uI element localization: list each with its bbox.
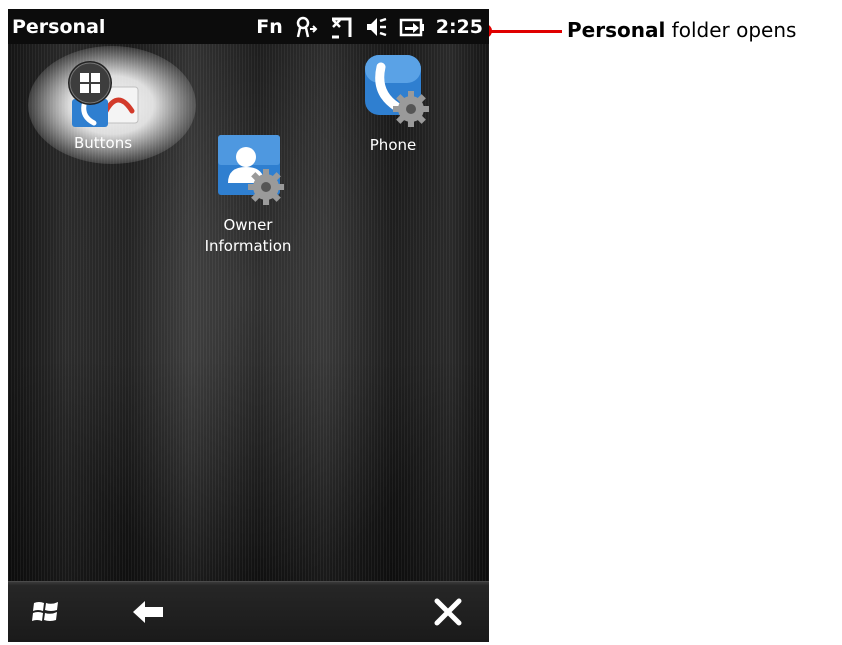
start-button[interactable] [26, 582, 66, 642]
clock-time[interactable]: 2:25 [436, 16, 483, 38]
page-title: Personal [12, 15, 106, 38]
fn-indicator: Fn [256, 15, 283, 38]
speaker-icon [364, 15, 388, 39]
close-button[interactable] [426, 582, 470, 642]
phone-settings-icon [365, 55, 429, 127]
app-buttons[interactable]: Buttons [48, 53, 158, 154]
battery-icon [399, 15, 425, 39]
status-area[interactable]: Fn 2:25 [256, 15, 483, 39]
signal-off-icon [329, 15, 353, 39]
app-phone[interactable]: Phone [338, 53, 448, 156]
app-label: Buttons [73, 134, 133, 152]
owner-information-icon [218, 135, 284, 205]
app-label-line1: Owner [223, 216, 273, 234]
back-button[interactable] [126, 582, 170, 642]
title-bar: Personal Fn 2:25 [8, 9, 489, 44]
app-owner-information[interactable]: Owner Information [188, 133, 308, 257]
close-icon [434, 598, 462, 626]
device-screen: Personal Fn 2:25 Buttons Owner Informati… [8, 9, 489, 642]
callout-text: Personal folder opens [567, 18, 796, 42]
bottom-bar [8, 581, 489, 642]
back-arrow-icon [133, 601, 163, 623]
callout-line [485, 30, 562, 33]
app-label-line2: Information [204, 237, 292, 255]
start-icon [32, 602, 58, 621]
app-label: Phone [369, 136, 417, 154]
callout-bold: Personal [567, 18, 666, 42]
callout-rest: folder opens [665, 18, 797, 42]
network-icon [294, 15, 318, 39]
buttons-icon [68, 61, 139, 127]
